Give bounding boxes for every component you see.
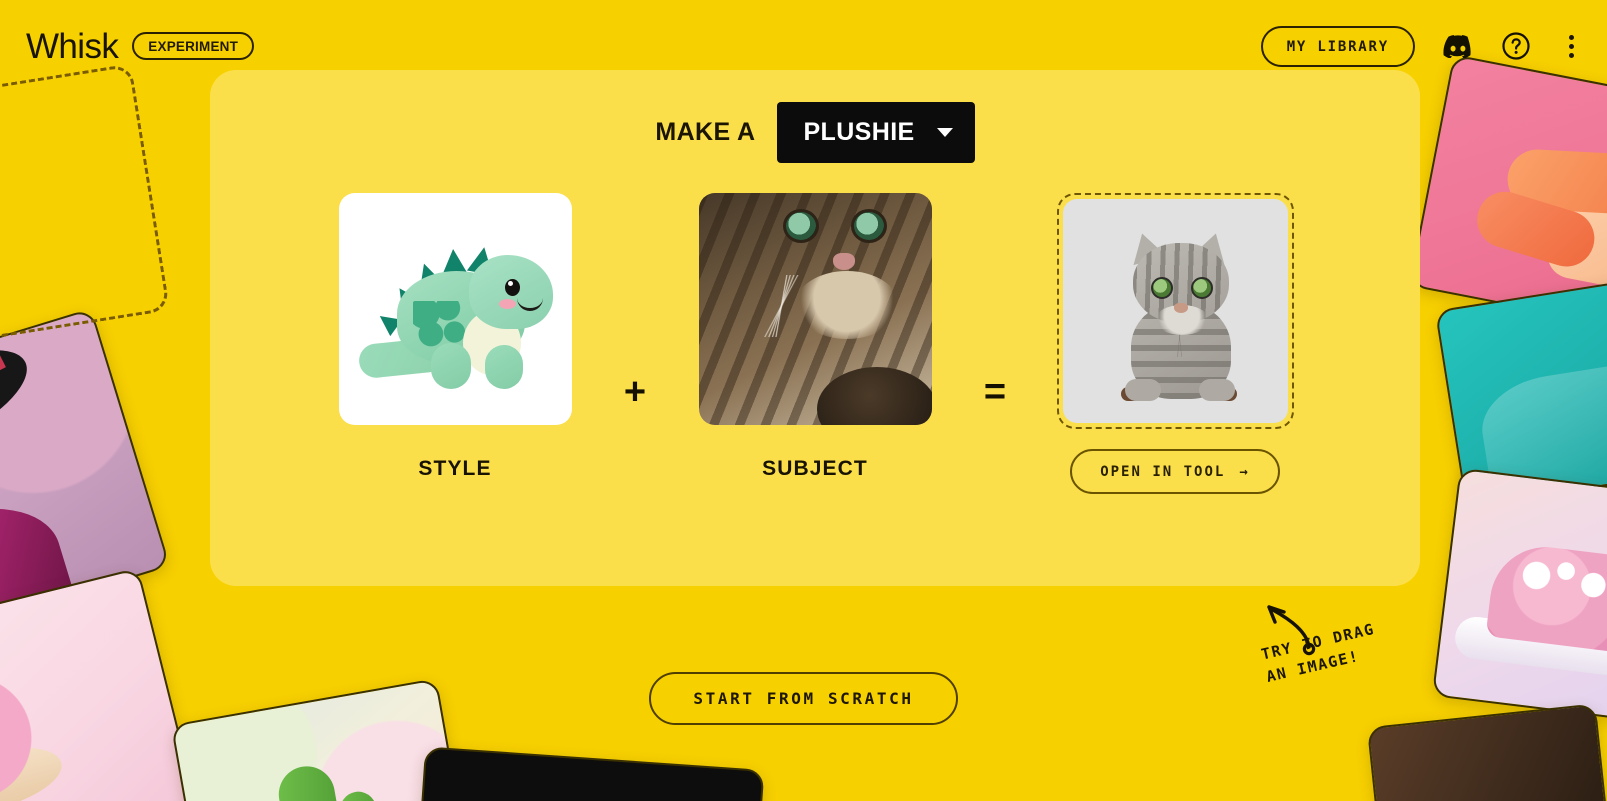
app-logo-text: Whisk xyxy=(26,26,119,66)
make-a-row: MAKE A PLUSHIE xyxy=(210,102,1420,163)
cat-nose xyxy=(832,253,855,270)
cat-right-eye xyxy=(850,209,887,243)
dino-eye xyxy=(504,279,520,296)
dino-cheek xyxy=(498,299,516,309)
experiment-badge[interactable]: EXPERIMENT xyxy=(132,31,255,61)
discord-icon[interactable] xyxy=(1443,34,1473,58)
dino-front-leg xyxy=(430,343,471,389)
plush-right-paw xyxy=(1198,379,1235,401)
decor-card-teal[interactable] xyxy=(1434,275,1607,509)
start-from-scratch-button[interactable]: START FROM SCRATCH xyxy=(649,672,958,725)
output-type-value: PLUSHIE xyxy=(803,118,915,146)
style-image-thumb[interactable] xyxy=(338,193,572,425)
slot-style: STYLE xyxy=(305,193,605,481)
help-circle-icon[interactable] xyxy=(1501,31,1531,61)
dino-spots xyxy=(412,301,469,351)
plus-operator: + xyxy=(623,370,647,413)
result-image-thumb[interactable] xyxy=(1056,193,1294,429)
dropzone-label: YOUR IMAGE xyxy=(0,185,154,256)
cat-whiskers xyxy=(706,275,857,337)
top-bar: Whisk EXPERIMENT MY LIBRARY xyxy=(0,0,1607,92)
slots-row: STYLE + SUBJECT = OPEN IN TOOL → xyxy=(210,193,1420,494)
make-a-label: MAKE A xyxy=(655,118,756,146)
cactus-right-arm xyxy=(337,788,388,801)
subject-image-thumb[interactable] xyxy=(698,193,932,425)
arrow-right-icon: → xyxy=(1239,464,1250,480)
style-label: STYLE xyxy=(418,457,492,480)
open-in-tool-label: OPEN IN TOOL xyxy=(1100,464,1226,480)
cactus-stem xyxy=(274,761,354,801)
plush-right-eye xyxy=(1190,277,1213,299)
gray-tabby-cat-plushie-image xyxy=(1062,199,1288,423)
subject-label: SUBJECT xyxy=(762,457,868,480)
composer-panel: MAKE A PLUSHIE STYLE + SUBJECT = OPEN IN… xyxy=(210,70,1420,586)
equals-operator: = xyxy=(983,370,1007,413)
plush-left-paw xyxy=(1124,379,1161,401)
green-dinosaur-plushie-image xyxy=(338,193,572,425)
plush-left-eye xyxy=(1150,277,1173,299)
slot-subject: SUBJECT xyxy=(665,193,965,481)
plush-nose xyxy=(1173,303,1188,313)
decor-card-black[interactable] xyxy=(415,746,765,801)
brown-tabby-cat-image xyxy=(698,193,932,425)
portrait-hat xyxy=(0,328,42,477)
open-in-tool-button[interactable]: OPEN IN TOOL → xyxy=(1070,449,1280,494)
my-library-button[interactable]: MY LIBRARY xyxy=(1260,25,1415,67)
chevron-down-icon xyxy=(936,128,953,137)
output-type-dropdown[interactable]: PLUSHIE xyxy=(777,102,975,163)
top-bar-actions: MY LIBRARY xyxy=(1260,25,1583,67)
slot-result: OPEN IN TOOL → xyxy=(1025,193,1325,494)
brand: Whisk EXPERIMENT xyxy=(26,26,255,66)
cat-left-eye xyxy=(782,209,819,243)
kebab-menu-icon[interactable] xyxy=(1559,31,1583,61)
result-image-inner xyxy=(1062,199,1288,423)
dino-back-leg xyxy=(484,345,523,389)
drag-hint: TRY TO DRAG AN IMAGE! xyxy=(1255,600,1435,720)
